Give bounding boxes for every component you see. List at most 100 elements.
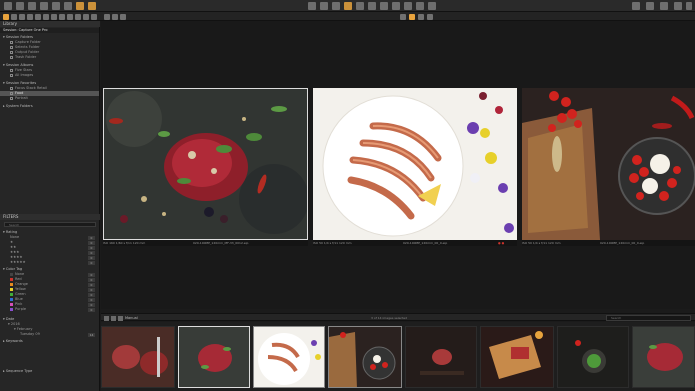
date-item[interactable]: Tuesday 09 14 [0, 332, 99, 337]
thumbnail-selected[interactable] [328, 326, 402, 388]
album-item[interactable]: All Images [0, 73, 99, 78]
view-multi-icon[interactable] [112, 13, 118, 20]
thumbnail[interactable] [101, 326, 175, 388]
tartare-photo [104, 89, 307, 239]
tab-lens-icon[interactable] [19, 13, 25, 20]
tab-exposure-icon[interactable] [35, 13, 41, 20]
tab-adjustments-icon[interactable] [83, 13, 89, 20]
main-toolbar [0, 0, 695, 12]
color-swatch-icon [10, 297, 13, 301]
filter-search-input[interactable]: Search [4, 222, 96, 227]
thumb-image [329, 327, 401, 387]
rotate-icon[interactable] [356, 2, 364, 10]
folder-item[interactable]: Trash Folder [0, 55, 99, 60]
gradient-icon[interactable] [428, 2, 436, 10]
catalog-selector[interactable]: Session: Capture One Pro [0, 28, 99, 33]
tab-more-icon[interactable] [91, 13, 97, 20]
thumb-image [633, 327, 694, 387]
keywords-header[interactable]: ▸ Keywords [0, 339, 99, 344]
brush-icon[interactable] [404, 2, 412, 10]
view-single-icon[interactable] [104, 13, 110, 20]
folder-icon[interactable] [40, 2, 48, 10]
color-swatch-icon [10, 292, 13, 296]
color-swatch-icon [10, 282, 13, 286]
tab-library-icon[interactable] [3, 13, 9, 20]
view-grid-icon[interactable] [111, 315, 116, 321]
adjust-icon[interactable] [64, 2, 72, 10]
color-swatch-icon [10, 287, 13, 291]
color-icon[interactable] [76, 2, 84, 10]
thumb-image [481, 327, 553, 387]
color-tag-dots: ● ● [498, 241, 505, 245]
eraser-icon[interactable] [416, 2, 424, 10]
browser-search-input[interactable]: Search [606, 315, 691, 321]
color-swatch-icon [10, 277, 13, 281]
viewer-image-tartare[interactable] [103, 88, 308, 240]
import-icon[interactable] [4, 2, 12, 10]
folder-icon [10, 45, 13, 49]
view-filmstrip-icon[interactable] [104, 315, 109, 321]
grid-icon[interactable] [632, 2, 640, 10]
tab-metadata-icon[interactable] [59, 13, 65, 20]
focus-mask-icon[interactable] [427, 13, 433, 20]
view-list-icon[interactable] [118, 315, 123, 321]
thumb-image [102, 327, 174, 387]
share-icon[interactable] [686, 2, 692, 10]
pan-icon[interactable] [320, 2, 328, 10]
capture-icon[interactable] [28, 2, 36, 10]
thumb-image [179, 327, 249, 387]
tool-tabs-bar [0, 12, 695, 21]
tab-color-icon[interactable] [27, 13, 33, 20]
filters-header[interactable]: FILTERS [0, 214, 100, 220]
thumbnail[interactable] [405, 326, 477, 388]
thumb-image [254, 327, 324, 387]
filmstrip[interactable] [101, 322, 695, 391]
image-viewer[interactable]: ISO 160 1/60 s f/11 120 mm 020-100MP_120… [101, 21, 695, 309]
compare-icon[interactable] [418, 13, 424, 20]
favorite-item[interactable]: Portrait [0, 96, 99, 101]
color-swatch-icon [10, 272, 13, 276]
spot-icon[interactable] [380, 2, 388, 10]
thumbnail-selected[interactable] [253, 326, 325, 388]
exposure-warning-icon[interactable] [400, 13, 406, 20]
thumbnail[interactable] [480, 326, 554, 388]
library-icon[interactable] [16, 2, 24, 10]
keystone-icon[interactable] [368, 2, 376, 10]
tab-details-icon[interactable] [43, 13, 49, 20]
tab-local-adjust-icon[interactable] [51, 13, 57, 20]
text-icon[interactable] [674, 2, 682, 10]
browser-toolbar: Manual 3 of 14 images selected Search [101, 313, 695, 321]
folder-icon [10, 91, 13, 95]
cursor-icon[interactable] [308, 2, 316, 10]
thumbnail[interactable] [632, 326, 695, 388]
view-grid-icon[interactable] [120, 13, 126, 20]
system-folders-header[interactable]: ▸ System Folders [0, 104, 99, 109]
picker-icon[interactable] [392, 2, 400, 10]
thumb-image [406, 327, 476, 387]
thumbnail-current[interactable] [178, 326, 250, 388]
exposure-icon[interactable] [88, 2, 96, 10]
sort-dropdown[interactable]: Manual [125, 314, 138, 322]
zoom-icon[interactable] [332, 2, 340, 10]
viewer-image-prawns[interactable] [313, 88, 517, 240]
rating-item[interactable]: ★★★★★ 0 [0, 260, 99, 265]
thumbnail[interactable] [557, 326, 629, 388]
viewer-image-caprese[interactable] [522, 88, 695, 240]
library-panel: Library Session: Capture One Pro ▾ Sessi… [0, 21, 100, 391]
selection-status: 3 of 14 images selected [371, 316, 408, 320]
crop-icon[interactable] [344, 2, 352, 10]
tab-batch-icon[interactable] [75, 13, 81, 20]
help-icon[interactable] [660, 2, 668, 10]
image-caption: ISO 160 1/60 s f/11 120 mm 020-100MP_120… [103, 240, 308, 246]
color-tag-item[interactable]: Purple 0 [0, 307, 99, 312]
sequence-type-header[interactable]: ▸ Sequence Type [0, 369, 99, 374]
tab-capture-icon[interactable] [11, 13, 17, 20]
tab-output-icon[interactable] [67, 13, 73, 20]
album-icon [10, 73, 13, 77]
filter-icon[interactable] [52, 2, 60, 10]
caprese-photo [522, 88, 695, 240]
library-tab-title[interactable]: Library [0, 21, 100, 27]
folder-icon [10, 86, 13, 90]
settings-icon[interactable] [646, 2, 654, 10]
proof-icon[interactable] [409, 13, 415, 20]
